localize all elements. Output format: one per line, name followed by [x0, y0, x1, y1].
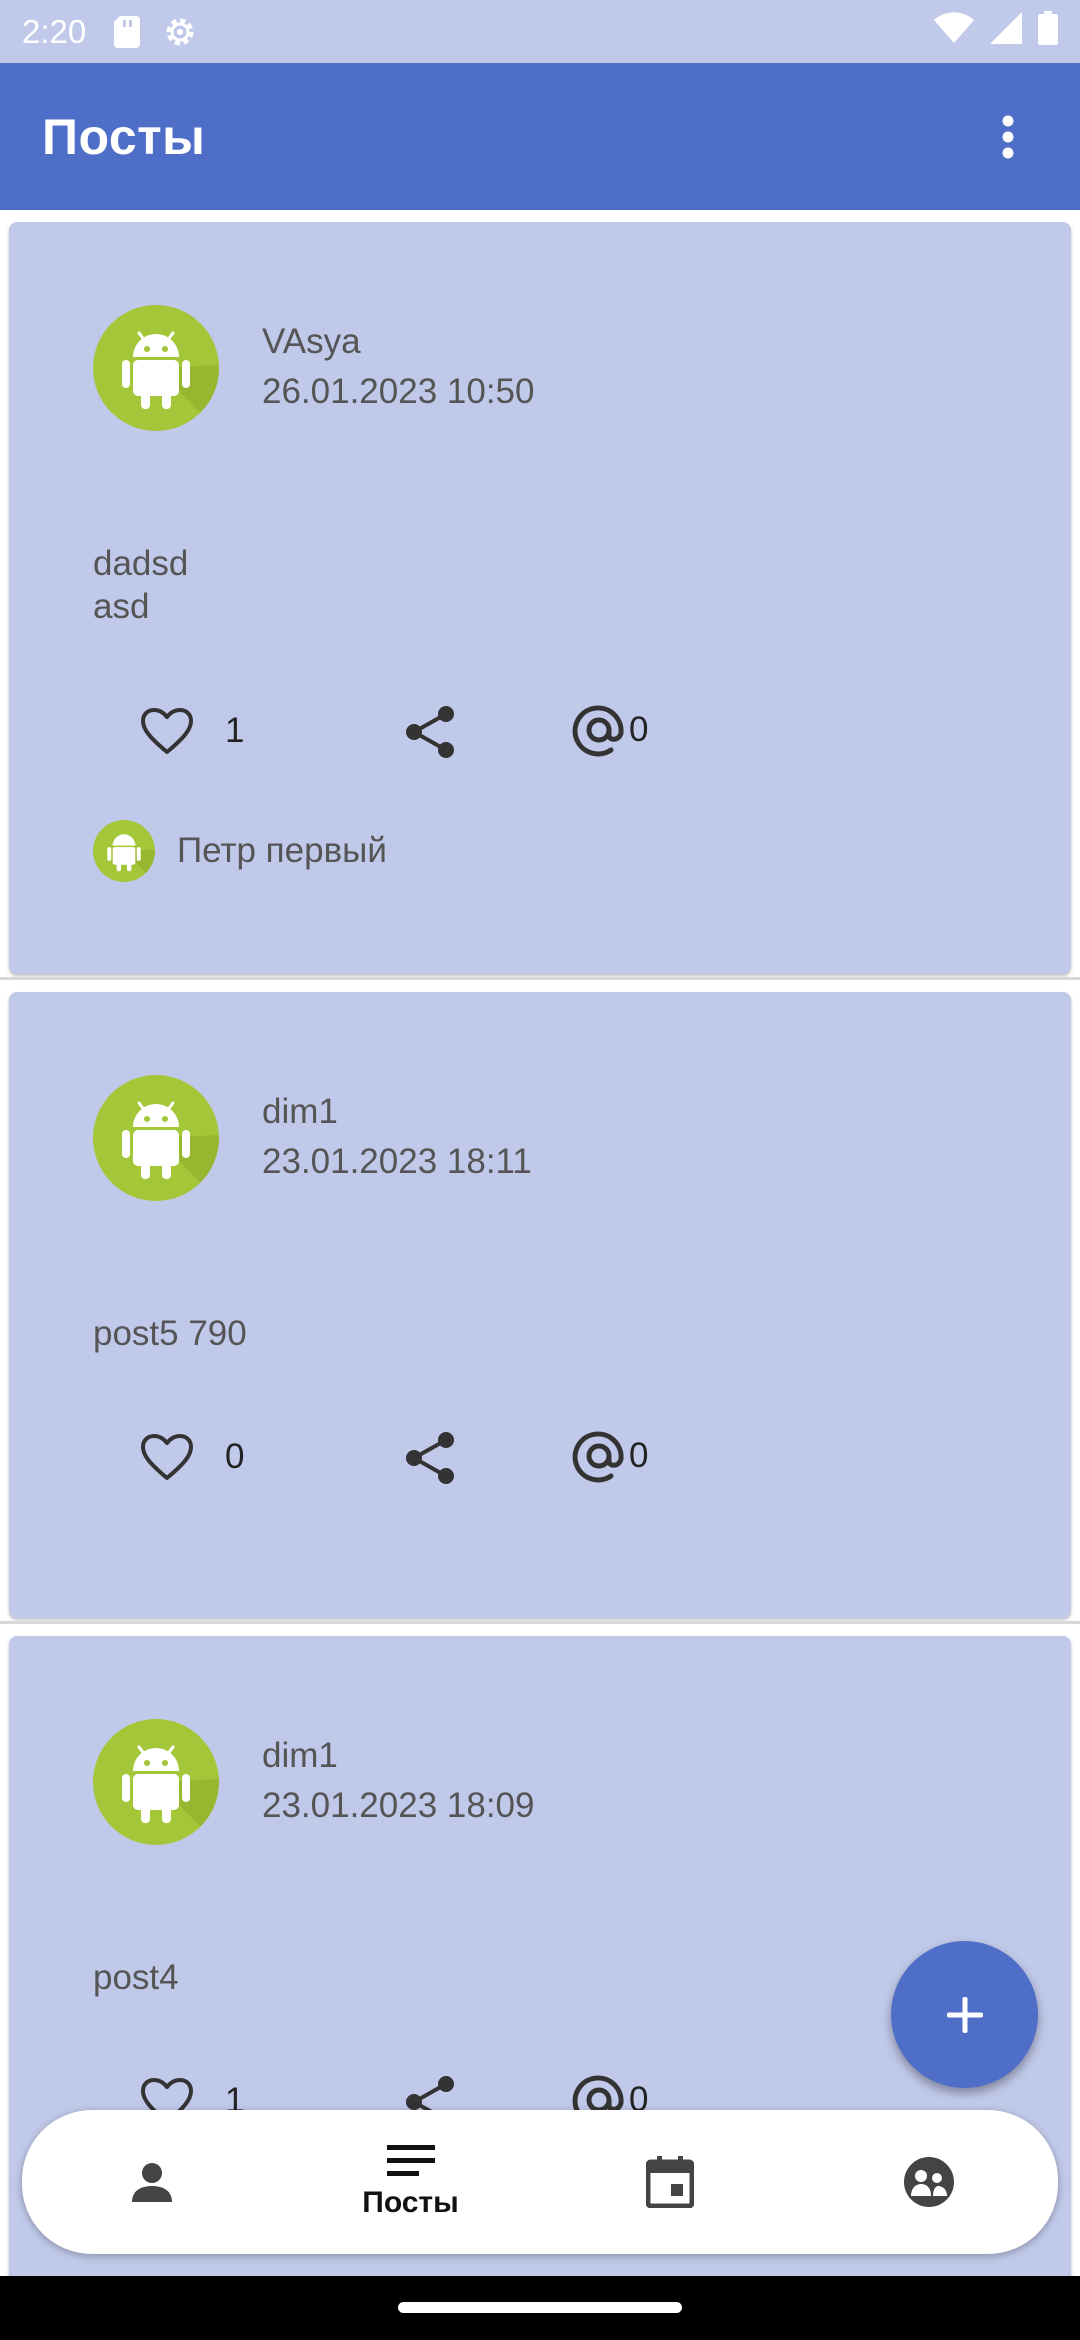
person-icon: [131, 2163, 172, 2202]
post-date: 23.01.2023 18:11: [262, 1142, 532, 1181]
home-gesture-handle[interactable]: [398, 2302, 682, 2313]
mention-count: 0: [629, 710, 649, 749]
share-icon: [406, 1432, 454, 1484]
liker-name: Петр первый: [177, 831, 387, 870]
status-bar: 2:20: [0, 0, 1080, 63]
at-sign-icon: [572, 705, 624, 757]
heart-outline-icon: [141, 1434, 193, 1480]
nav-item-calendar[interactable]: [540, 2110, 799, 2254]
bottom-navigation: Посты: [22, 2110, 1058, 2254]
post-divider: [0, 1621, 1080, 1624]
status-time: 2:20: [22, 12, 87, 50]
wifi-icon: [934, 11, 974, 52]
android-avatar-icon: [107, 834, 155, 882]
more-vert-icon: [1002, 115, 1014, 158]
status-right-icons: [934, 10, 1058, 53]
android-avatar-icon: [122, 1745, 219, 1845]
author-name: dim1: [262, 1092, 338, 1131]
post-text: post5 790: [93, 1312, 247, 1355]
at-sign-icon: [572, 1431, 624, 1483]
battery-icon: [1038, 10, 1058, 53]
nav-item-profile[interactable]: [22, 2110, 281, 2254]
share-button[interactable]: [403, 704, 457, 760]
nav-item-community[interactable]: [799, 2110, 1058, 2254]
calendar-icon: [645, 2156, 694, 2208]
people-icon: [903, 2157, 954, 2207]
liked-by-user[interactable]: Петр первый: [93, 820, 387, 882]
like-count: 0: [225, 1437, 245, 1476]
post-text-line: asd: [93, 587, 150, 626]
post-text-line: post5 790: [93, 1314, 247, 1353]
android-avatar-icon: [122, 331, 219, 431]
post-card[interactable]: dim1 23.01.2023 18:11 post5 790 0 0: [9, 992, 1071, 1618]
app-bar: Посты: [0, 63, 1080, 210]
share-button[interactable]: [403, 1430, 457, 1486]
author-avatar[interactable]: [93, 1719, 219, 1845]
settings-gear-icon: [162, 14, 198, 50]
author-avatar[interactable]: [93, 1075, 219, 1201]
like-count: 1: [225, 711, 245, 750]
post-date: 23.01.2023 18:09: [262, 1786, 535, 1825]
add-post-button[interactable]: [891, 1941, 1038, 2088]
signal-icon: [990, 11, 1022, 52]
like-button[interactable]: 1: [139, 706, 244, 756]
mention-button[interactable]: 0: [571, 1428, 648, 1484]
post-date: 26.01.2023 10:50: [262, 372, 535, 411]
share-icon: [406, 706, 454, 758]
post-text: dadsd asd: [93, 542, 188, 628]
post-text-line: post4: [93, 1958, 179, 1997]
post-divider: [0, 977, 1080, 980]
post-card[interactable]: VAsya 26.01.2023 10:50 dadsd asd 1 0 Пет…: [9, 222, 1071, 974]
android-avatar-icon: [122, 1101, 219, 1201]
posts-list-icon: [386, 2145, 435, 2176]
like-button[interactable]: 0: [139, 1432, 244, 1482]
more-options-button[interactable]: [978, 97, 1038, 177]
post-text-line: dadsd: [93, 544, 189, 583]
sd-card-icon: [114, 15, 141, 48]
heart-outline-icon: [141, 708, 193, 754]
nav-item-posts[interactable]: Посты: [281, 2110, 540, 2254]
mention-count: 0: [629, 1436, 649, 1475]
post-text: post4: [93, 1956, 179, 1999]
nav-label-posts: Посты: [362, 2186, 459, 2219]
author-name: VAsya: [262, 322, 361, 361]
add-icon: [946, 1996, 983, 2033]
liker-avatar: [93, 820, 155, 882]
author-avatar[interactable]: [93, 305, 219, 431]
author-name: dim1: [262, 1736, 338, 1775]
mention-button[interactable]: 0: [571, 702, 648, 758]
page-title: Посты: [42, 108, 206, 165]
